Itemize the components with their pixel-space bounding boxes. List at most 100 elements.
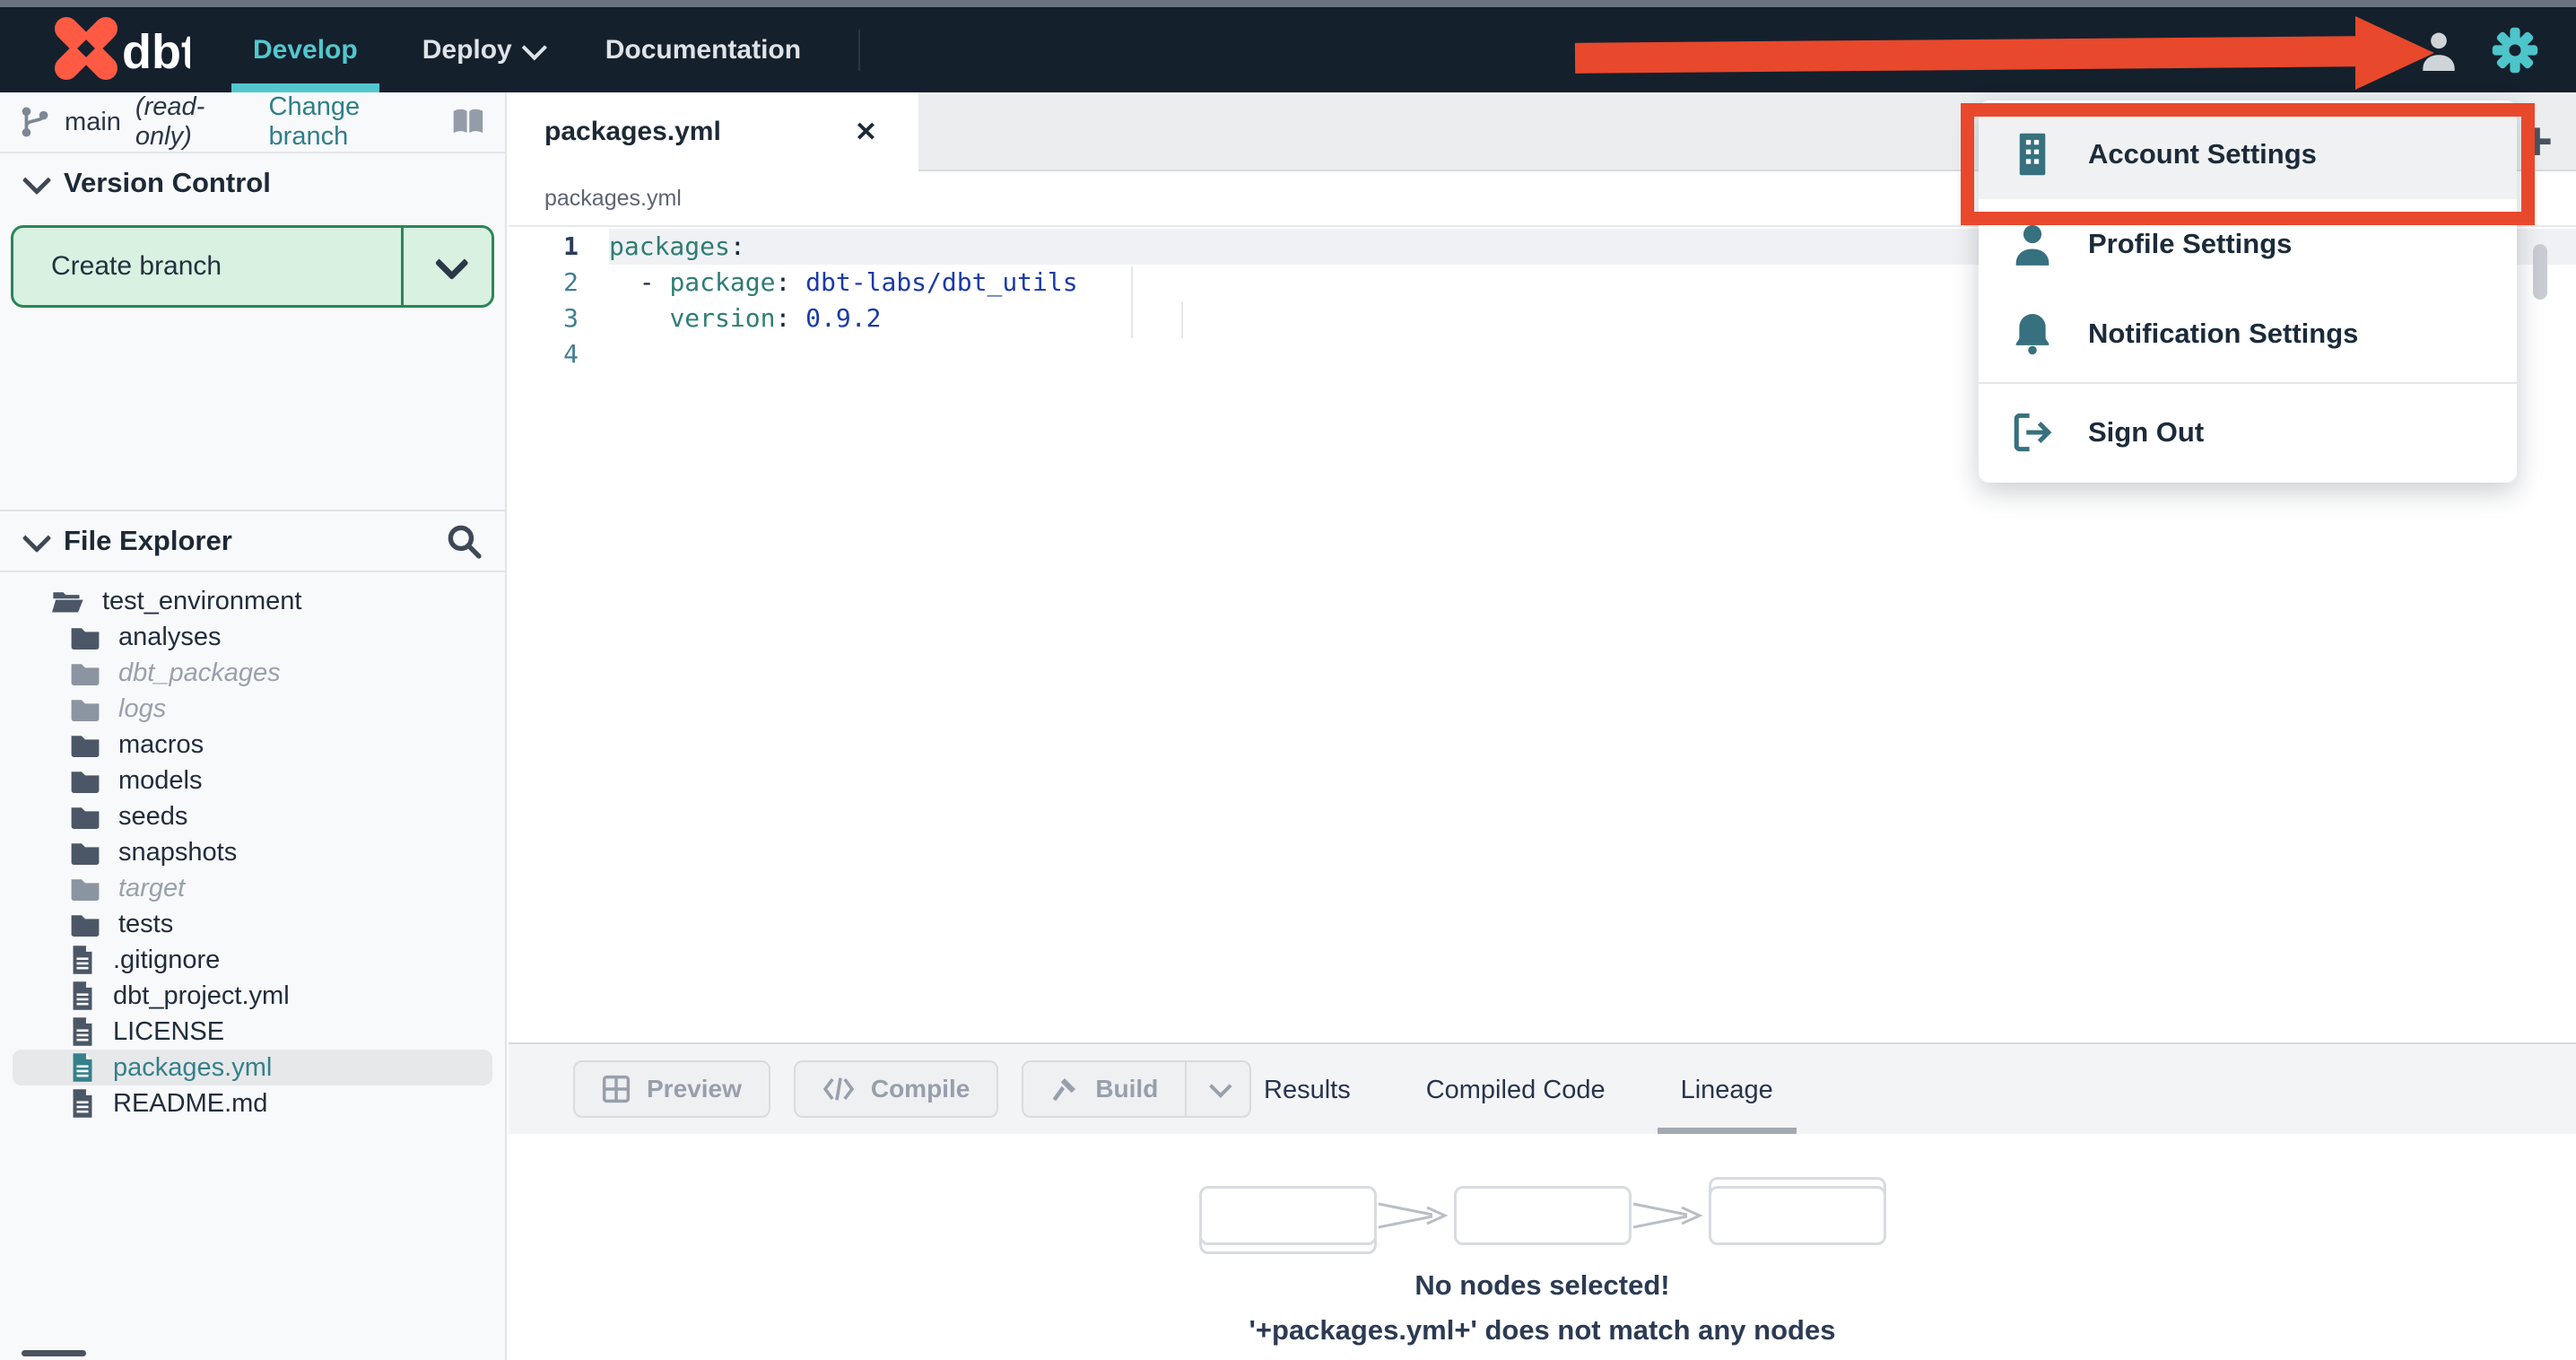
- tree-item-label: test_environment: [102, 586, 302, 615]
- tree-item-dbt-packages[interactable]: dbt_packages: [0, 655, 505, 691]
- branch-name: main: [65, 107, 121, 136]
- tree-item-tests[interactable]: tests: [0, 906, 505, 942]
- panel-tab-label: Results: [1264, 1075, 1351, 1104]
- tree-item-label: .gitignore: [113, 945, 221, 974]
- code-token: package: [669, 267, 776, 297]
- file-icon: [70, 945, 95, 975]
- nav-item-label: Deploy: [422, 34, 512, 65]
- code-token: version: [669, 303, 776, 333]
- tree-item-analyses[interactable]: analyses: [0, 619, 505, 655]
- search-icon: [448, 525, 482, 559]
- nav-item-deploy[interactable]: Deploy: [422, 7, 547, 92]
- lineage-message: No nodes selected! '+packages.yml+' does…: [509, 1263, 2576, 1353]
- lineage-node-face: [1708, 1186, 1886, 1245]
- table-icon: [602, 1075, 631, 1103]
- chevron-down-icon: [521, 34, 547, 60]
- menu-item-sign-out[interactable]: Sign Out: [1979, 388, 2517, 477]
- menu-item-notification-settings[interactable]: Notification Settings: [1979, 289, 2517, 379]
- person-icon: [2013, 222, 2052, 266]
- left-sidebar: main (read-only) Change branch Version C…: [0, 92, 507, 1360]
- code-token: packages: [609, 231, 730, 261]
- create-branch-dropdown[interactable]: [401, 228, 492, 305]
- tree-item-label: snapshots: [118, 837, 238, 867]
- tree-item-target[interactable]: target: [0, 870, 505, 906]
- menu-divider: [1979, 382, 2517, 384]
- folder-icon: [70, 911, 100, 937]
- tree-item-models[interactable]: models: [0, 763, 505, 798]
- build-options-dropdown[interactable]: [1185, 1062, 1249, 1116]
- tree-item-label: macros: [118, 729, 205, 759]
- tree-item--gitignore[interactable]: .gitignore: [0, 942, 505, 978]
- button-label: Compile: [870, 1075, 970, 1103]
- tree-item-test-environment[interactable]: test_environment: [0, 583, 505, 619]
- panel-tab-lineage[interactable]: Lineage: [1657, 1044, 1797, 1136]
- folder-icon: [70, 876, 100, 901]
- chevron-down-icon: [22, 523, 52, 553]
- sign-out-icon: [2013, 413, 2052, 452]
- line-number: 3: [563, 303, 579, 333]
- code-token: dbt-labs/dbt_utils: [805, 267, 1078, 297]
- build-button[interactable]: Build: [1022, 1060, 1252, 1118]
- tree-item-label: README.md: [113, 1088, 268, 1118]
- tree-item-label: tests: [118, 909, 174, 938]
- close-tab-icon[interactable]: ✕: [855, 117, 877, 148]
- tree-item-label: dbt_project.yml: [113, 981, 290, 1010]
- file-search-button[interactable]: [446, 523, 482, 559]
- tree-item-logs[interactable]: logs: [0, 691, 505, 727]
- tree-item-snapshots[interactable]: snapshots: [0, 834, 505, 870]
- line-number: 1: [563, 231, 579, 261]
- docs-book-icon[interactable]: [451, 107, 485, 137]
- file-explorer-header[interactable]: File Explorer: [0, 510, 505, 572]
- lineage-placeholder-node: [1198, 1186, 1377, 1254]
- action-buttons: Preview Compile Build: [573, 1060, 1252, 1118]
- editor-vertical-scrollbar[interactable]: [2533, 244, 2547, 300]
- panel-tab-label: Compiled Code: [1425, 1075, 1606, 1104]
- tree-item-macros[interactable]: macros: [0, 727, 505, 763]
- create-branch-label: Create branch: [51, 251, 222, 281]
- primary-nav: Develop Deploy Documentation: [231, 7, 801, 92]
- code-token: -: [609, 267, 670, 297]
- editor-tab-packages-yml[interactable]: packages.yml ✕: [509, 92, 918, 171]
- folder-icon: [70, 624, 100, 649]
- tree-item-readme-md[interactable]: README.md: [0, 1085, 505, 1121]
- code-token: :: [775, 267, 806, 297]
- nav-item-develop[interactable]: Develop: [231, 7, 379, 92]
- compile-button[interactable]: Compile: [793, 1060, 999, 1118]
- file-icon: [70, 1016, 95, 1047]
- file-explorer: File Explorer test_environment analyses db…: [0, 510, 505, 1121]
- annotation-highlight-box: [1961, 103, 2535, 225]
- lineage-node-face: [1198, 1186, 1377, 1245]
- sidebar-horizontal-scrollbar[interactable]: [22, 1350, 86, 1356]
- tree-item-label: logs: [118, 693, 167, 723]
- file-tree: test_environment analyses dbt_packages logs…: [0, 572, 505, 1121]
- hammer-icon: [1050, 1075, 1079, 1103]
- svg-text:dbt: dbt: [122, 25, 190, 79]
- panel-tab-compiled-code[interactable]: Compiled Code: [1426, 1044, 1606, 1136]
- code-icon: [822, 1076, 855, 1103]
- preview-button[interactable]: Preview: [573, 1060, 770, 1118]
- dbt-logo[interactable]: dbt: [47, 14, 190, 86]
- tree-item-dbt-project-yml[interactable]: dbt_project.yml: [0, 978, 505, 1014]
- tree-item-seeds[interactable]: seeds: [0, 798, 505, 834]
- menu-item-label: Sign Out: [2088, 416, 2205, 448]
- tree-item-packages-yml[interactable]: packages.yml: [13, 1050, 492, 1085]
- dbt-logo-icon: dbt: [55, 16, 190, 80]
- nav-item-documentation[interactable]: Documentation: [605, 7, 801, 92]
- folder-icon: [70, 660, 100, 685]
- code-token: :: [775, 303, 806, 333]
- version-control-header[interactable]: Version Control: [0, 153, 505, 213]
- panel-tab-results[interactable]: Results: [1264, 1044, 1351, 1136]
- change-branch-link[interactable]: Change branch: [269, 92, 438, 152]
- bell-icon: [2013, 312, 2052, 355]
- tree-item-label: seeds: [118, 801, 188, 831]
- editor-tab-label: packages.yml: [544, 117, 721, 146]
- create-branch-button[interactable]: Create branch: [11, 225, 494, 308]
- tree-item-license[interactable]: LICENSE: [0, 1014, 505, 1050]
- window-top-edge: [0, 0, 2576, 7]
- tree-item-label: packages.yml: [113, 1052, 273, 1082]
- tree-item-label: models: [118, 765, 203, 795]
- gear-icon[interactable]: [2490, 25, 2540, 75]
- lineage-message-subtitle: '+packages.yml+' does not match any node…: [1249, 1314, 1836, 1346]
- git-branch-icon: [22, 107, 48, 137]
